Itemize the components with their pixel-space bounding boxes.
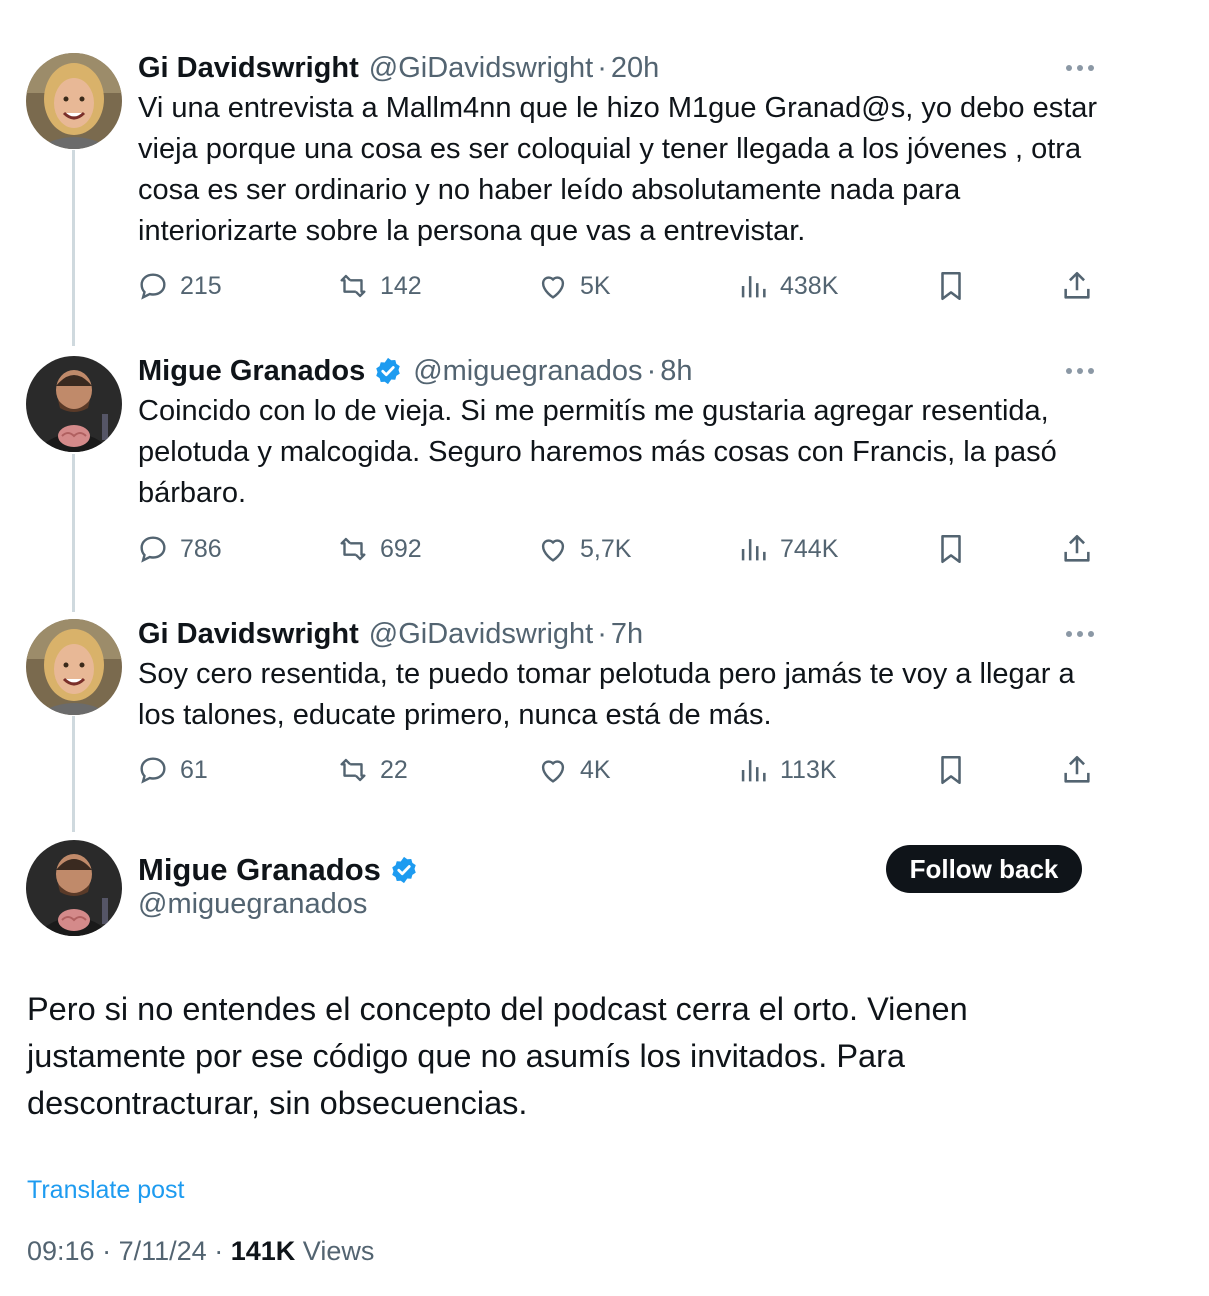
share-icon: [1064, 271, 1090, 299]
separator: ·: [646, 354, 657, 387]
reply-icon: [140, 757, 166, 784]
share-button[interactable]: [1060, 527, 1094, 571]
views-count: 113K: [780, 755, 837, 784]
tweet-text: Coincido con lo de vieja. Si me permitís…: [138, 395, 1057, 509]
author-name[interactable]: Gi Davidswright: [138, 52, 359, 85]
tweet-header: Migue Granados @miguegranados · 8h: [138, 351, 693, 391]
like-count: 5,7K: [580, 534, 632, 563]
translate-post-link[interactable]: Translate post: [27, 1176, 184, 1205]
like-button[interactable]: 4K: [536, 748, 611, 792]
author-name-row: Migue Granados: [138, 850, 419, 890]
share-icon: [1064, 755, 1090, 783]
repost-count: 22: [380, 755, 408, 784]
reply-icon: [140, 536, 166, 563]
like-count: 4K: [580, 755, 611, 784]
avatar[interactable]: [26, 356, 122, 452]
heart-icon: [541, 760, 565, 783]
repost-button[interactable]: 692: [336, 527, 422, 571]
tweet-header: Gi Davidswright @GiDavidswright · 7h: [138, 614, 643, 654]
author-name[interactable]: Migue Granados: [138, 852, 381, 888]
post-metadata: 09:16 · 7/11/24 · 141K Views: [27, 1236, 374, 1267]
avatar[interactable]: [26, 840, 122, 936]
separator: ·: [102, 1236, 112, 1266]
author-handle[interactable]: @GiDavidswright: [369, 618, 593, 651]
views-icon: [741, 539, 766, 561]
avatar[interactable]: [26, 619, 122, 715]
reply-icon: [140, 273, 166, 300]
heart-icon: [541, 276, 565, 299]
reply-count: 61: [180, 755, 208, 784]
tweet-text: Vi una entrevista a Mallm4nn que le hizo…: [138, 92, 1098, 247]
tweet-text: Soy cero resentida, te puedo tomar pelot…: [138, 658, 1075, 731]
more-options-icon[interactable]: [1058, 48, 1102, 88]
follow-back-button[interactable]: Follow back: [886, 845, 1082, 893]
repost-icon: [340, 274, 366, 298]
repost-button[interactable]: 22: [336, 748, 408, 792]
thread-tweet[interactable]: Gi Davidswright @GiDavidswright · 20h Vi…: [0, 48, 1209, 308]
repost-icon: [340, 537, 366, 561]
timestamp[interactable]: 20h: [611, 52, 659, 85]
repost-button[interactable]: 142: [336, 264, 422, 308]
bookmark-icon: [941, 271, 961, 301]
timestamp[interactable]: 7h: [611, 618, 643, 651]
separator: ·: [214, 1236, 224, 1266]
tweet-actions: 786 692 5,7K 744K: [130, 527, 1110, 571]
views-button[interactable]: 438K: [736, 264, 838, 308]
more-options-icon[interactable]: [1058, 614, 1102, 654]
heart-icon: [541, 539, 565, 562]
like-count: 5K: [580, 271, 611, 300]
reply-button[interactable]: 215: [136, 264, 222, 308]
tweet-actions: 215 142 5K 438K: [130, 264, 1110, 308]
tweet-header: Gi Davidswright @GiDavidswright · 20h: [138, 48, 659, 88]
avatar[interactable]: [26, 53, 122, 149]
separator: ·: [597, 617, 607, 650]
separator: ·: [597, 51, 607, 84]
reply-button[interactable]: 61: [136, 748, 208, 792]
bookmark-icon: [941, 534, 961, 564]
share-button[interactable]: [1060, 748, 1094, 792]
bookmark-button[interactable]: [934, 264, 968, 308]
tweet-actions: 61 22 4K 113K: [130, 748, 1110, 792]
views-count: 438K: [780, 271, 839, 300]
repost-count: 692: [380, 534, 422, 563]
views-icon: [741, 760, 766, 782]
bookmark-icon: [941, 755, 961, 785]
reply-count: 215: [180, 271, 222, 300]
author-handle[interactable]: @miguegranados: [138, 888, 367, 921]
bookmark-button[interactable]: [934, 748, 968, 792]
like-button[interactable]: 5K: [536, 264, 611, 308]
views-icon: [741, 276, 766, 298]
views-count: 744K: [780, 534, 839, 563]
author-handle[interactable]: @GiDavidswright: [369, 52, 593, 85]
reply-button[interactable]: 786: [136, 527, 222, 571]
views-button[interactable]: 113K: [736, 748, 837, 792]
author-name[interactable]: Gi Davidswright: [138, 618, 359, 651]
views-button[interactable]: 744K: [736, 527, 838, 571]
share-icon: [1064, 534, 1090, 562]
thread-tweet[interactable]: Migue Granados @miguegranados · 8h Coinc…: [0, 351, 1209, 591]
bookmark-button[interactable]: [934, 527, 968, 571]
views-label: Views: [302, 1236, 375, 1266]
repost-count: 142: [380, 271, 422, 300]
verified-badge-icon: [389, 855, 419, 885]
author-name[interactable]: Migue Granados: [138, 355, 365, 388]
timestamp[interactable]: 8h: [660, 355, 692, 388]
author-handle[interactable]: @miguegranados: [413, 355, 642, 388]
thread-tweet[interactable]: Gi Davidswright @GiDavidswright · 7h Soy…: [0, 614, 1209, 824]
post-text: Pero si no entendes el concepto del podc…: [27, 991, 968, 1121]
like-button[interactable]: 5,7K: [536, 527, 631, 571]
more-options-icon[interactable]: [1058, 351, 1102, 391]
verified-badge-icon: [373, 356, 403, 386]
post-time[interactable]: 09:16: [27, 1236, 95, 1266]
share-button[interactable]: [1060, 264, 1094, 308]
reply-count: 786: [180, 534, 222, 563]
views-count[interactable]: 141K: [231, 1236, 296, 1266]
post-date[interactable]: 7/11/24: [119, 1236, 207, 1266]
repost-icon: [340, 758, 366, 782]
